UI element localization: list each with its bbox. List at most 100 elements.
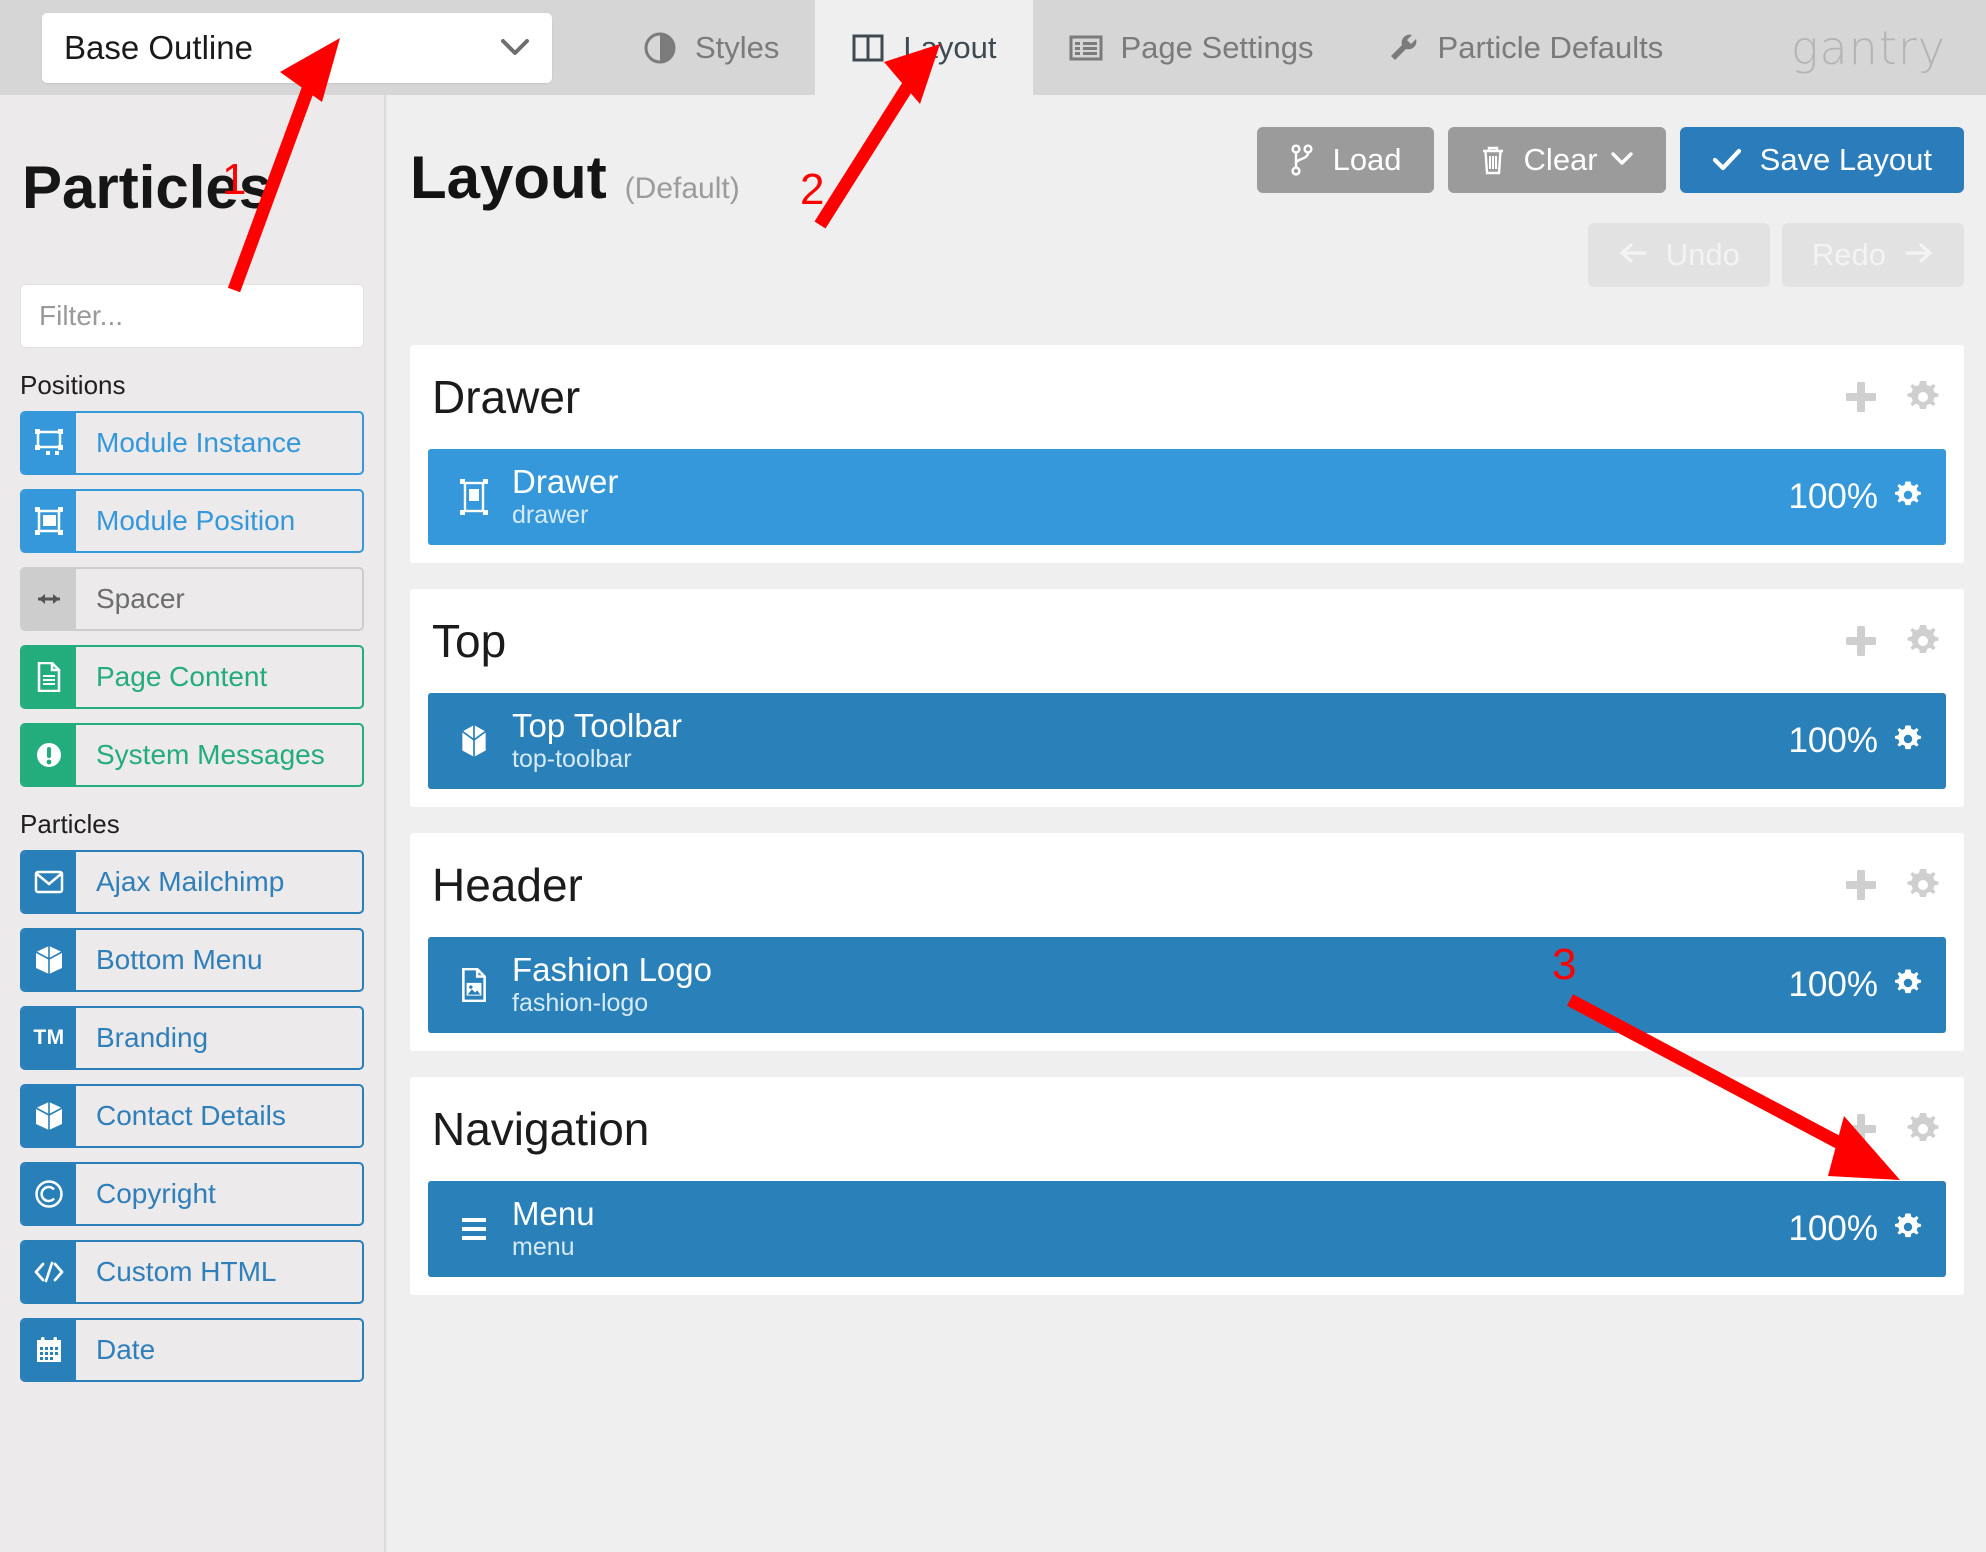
group-label-particles: Particles: [20, 809, 120, 839]
section-tools: [1842, 378, 1942, 416]
load-button[interactable]: Load: [1256, 127, 1434, 193]
gear-icon[interactable]: [1904, 378, 1942, 416]
module-instance-icon: [22, 413, 76, 473]
sidebar-item-module-instance[interactable]: Module Instance: [20, 411, 364, 475]
particle-row-title: Drawer: [512, 463, 619, 501]
particle-row-title: Top Toolbar: [512, 707, 683, 745]
search-input[interactable]: [39, 300, 384, 332]
code-icon: [22, 1242, 76, 1302]
sidebar-item-spacer[interactable]: Spacer: [20, 567, 364, 631]
tab-page-settings[interactable]: Page Settings: [1033, 0, 1350, 95]
particle-row-key: drawer: [512, 501, 589, 530]
sidebar-item-label: Custom HTML: [96, 1256, 277, 1287]
section-header: Navigation: [410, 1077, 1964, 1181]
tab-particle-defaults[interactable]: Particle Defaults: [1350, 0, 1700, 95]
sidebar-item-label: Page Content: [96, 661, 268, 692]
sidebar-item-module-position[interactable]: Module Position: [20, 489, 364, 553]
wrench-icon: [1386, 31, 1420, 65]
layout-action-buttons: Load Clear Save Layout: [1256, 127, 1964, 193]
redo-button[interactable]: Redo: [1781, 223, 1964, 287]
particle-row-size: 100%: [1788, 1209, 1878, 1248]
sidebar-item-contact-details[interactable]: Contact Details: [20, 1084, 364, 1148]
undo-button-label: Undo: [1665, 237, 1740, 272]
outline-select[interactable]: Base Outline: [42, 12, 552, 83]
particle-row-text: Top Toolbar top-toolbar: [502, 707, 1788, 774]
sidebar-item-system-messages[interactable]: System Messages: [20, 723, 364, 787]
main-header: Layout (Default) Load Clear Save Layout …: [388, 95, 1986, 345]
particle-row-top-toolbar[interactable]: Top Toolbar top-toolbar 100%: [428, 693, 1946, 789]
trademark-icon: TM: [22, 1008, 76, 1068]
undo-button[interactable]: Undo: [1587, 223, 1770, 287]
load-button-label: Load: [1332, 142, 1402, 177]
gear-icon[interactable]: [1904, 622, 1942, 660]
sidebar-item-label: Copyright: [96, 1178, 216, 1209]
sidebar-item-label: Contact Details: [96, 1100, 286, 1131]
clear-button[interactable]: Clear: [1447, 127, 1666, 193]
code-fork-icon: [1289, 144, 1315, 176]
sidebar-item-label: Branding: [96, 1022, 209, 1053]
chevron-down-icon: [500, 35, 530, 61]
plus-icon[interactable]: [1842, 378, 1880, 416]
arrow-right-icon: [1904, 237, 1934, 273]
filter-field[interactable]: [20, 284, 384, 348]
envelope-icon: [22, 852, 76, 912]
sidebar-item-label: System Messages: [96, 739, 325, 770]
gear-icon[interactable]: [1892, 1211, 1924, 1248]
page-title: Particles: [22, 154, 273, 221]
gantry-logo: gantry: [1790, 20, 1946, 75]
gear-icon[interactable]: [1904, 866, 1942, 904]
gear-icon[interactable]: [1892, 967, 1924, 1004]
layout-title-suffix: (Default): [624, 172, 740, 205]
tab-page-settings-label: Page Settings: [1120, 29, 1314, 65]
particle-row-drawer[interactable]: Drawer drawer 100%: [428, 449, 1946, 545]
particle-row-right: 100%: [1788, 721, 1924, 761]
plus-icon[interactable]: [1842, 1110, 1880, 1148]
sidebar-item-label: Module Position: [96, 505, 296, 536]
layout-section-top: Top Top Toolbar top-toolbar 100%: [410, 589, 1964, 807]
sidebar-item-date[interactable]: Date: [20, 1318, 364, 1382]
file-text-icon: [22, 647, 76, 707]
plus-icon[interactable]: [1842, 622, 1880, 660]
sidebar-item-custom-html[interactable]: Custom HTML: [20, 1240, 364, 1304]
tab-layout-label: Layout: [903, 29, 997, 65]
section-header: Header: [410, 833, 1964, 937]
plus-icon[interactable]: [1842, 866, 1880, 904]
section-header: Top: [410, 589, 1964, 693]
particle-row-size: 100%: [1788, 965, 1878, 1004]
particle-row-title: Fashion Logo: [512, 951, 712, 989]
sidebar: Particles Positions Module Instance Modu…: [0, 95, 386, 1552]
section-title: Top: [432, 615, 507, 667]
section-tools: [1842, 866, 1942, 904]
module-position-icon: [446, 477, 502, 517]
particle-row-fashion-logo[interactable]: Fashion Logo fashion-logo 100%: [428, 937, 1946, 1033]
redo-button-label: Redo: [1811, 237, 1886, 272]
gear-icon[interactable]: [1892, 723, 1924, 760]
particle-row-right: 100%: [1788, 965, 1924, 1005]
file-image-icon: [446, 968, 502, 1002]
tab-layout[interactable]: Layout: [815, 0, 1033, 95]
particle-row-menu[interactable]: Menu menu 100%: [428, 1181, 1946, 1277]
section-rows: Fashion Logo fashion-logo 100%: [410, 937, 1964, 1033]
save-layout-button[interactable]: Save Layout: [1679, 127, 1964, 193]
tab-styles[interactable]: Styles: [607, 0, 815, 95]
sidebar-item-label: Ajax Mailchimp: [96, 866, 285, 897]
tab-particle-defaults-label: Particle Defaults: [1437, 29, 1664, 65]
sidebar-item-branding[interactable]: TM Branding: [20, 1006, 364, 1070]
positions-list: Module Instance Module Position Spacer P…: [0, 411, 384, 787]
sidebar-item-label: Date: [96, 1334, 156, 1365]
cube-icon: [22, 1086, 76, 1146]
calendar-icon: [22, 1320, 76, 1380]
sidebar-item-page-content[interactable]: Page Content: [20, 645, 364, 709]
layout-section-header: Header Fashion Logo fashion-logo 100%: [410, 833, 1964, 1051]
sidebar-item-copyright[interactable]: Copyright: [20, 1162, 364, 1226]
layout-section-navigation: Navigation Menu menu 100%: [410, 1077, 1964, 1295]
gear-icon[interactable]: [1904, 1110, 1942, 1148]
sidebar-item-bottom-menu[interactable]: Bottom Menu: [20, 928, 364, 992]
gear-icon[interactable]: [1892, 479, 1924, 516]
section-rows: Top Toolbar top-toolbar 100%: [410, 693, 1964, 789]
sidebar-item-ajax-mailchimp[interactable]: Ajax Mailchimp: [20, 850, 364, 914]
cube-icon: [22, 930, 76, 990]
top-bar: Base Outline Styles Layout Page Settings: [0, 0, 1986, 95]
particle-row-size: 100%: [1788, 477, 1878, 516]
section-rows: Menu menu 100%: [410, 1181, 1964, 1277]
